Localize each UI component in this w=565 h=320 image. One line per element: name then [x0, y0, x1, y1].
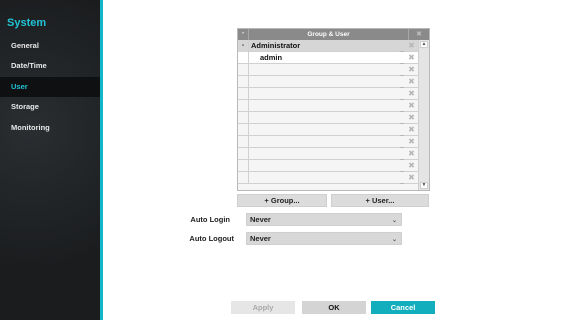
- edit-icon[interactable]: _: [400, 177, 404, 184]
- delete-icon[interactable]: ✖: [405, 100, 418, 112]
- row-indent: [238, 148, 249, 160]
- header-delete-icon: ✖: [408, 29, 429, 40]
- table-row-user[interactable]: admin _ ✖: [238, 52, 418, 64]
- table-row[interactable]: _ ✖: [238, 172, 418, 184]
- table-row[interactable]: _ ✖: [238, 112, 418, 124]
- auto-login-label: Auto Login: [190, 215, 230, 224]
- collapse-toggle[interactable]: -: [238, 40, 249, 52]
- auto-logout-label: Auto Logout: [189, 234, 234, 243]
- cancel-button[interactable]: Cancel: [371, 301, 435, 314]
- table-header-title: Group & User: [307, 31, 350, 38]
- delete-icon[interactable]: ✖: [405, 172, 418, 184]
- table-row[interactable]: _ ✖: [238, 124, 418, 136]
- sidebar-item-user[interactable]: User: [0, 77, 100, 97]
- delete-icon[interactable]: ✖: [405, 112, 418, 124]
- auto-logout-value: Never: [250, 234, 271, 243]
- delete-icon[interactable]: ✖: [405, 76, 418, 88]
- sidebar-item-storage[interactable]: Storage: [0, 97, 100, 117]
- table-row[interactable]: _ ✖: [238, 100, 418, 112]
- delete-icon[interactable]: ✖: [405, 40, 418, 52]
- sidebar: System General Date/Time User Storage Mo…: [0, 0, 100, 320]
- row-indent: [238, 64, 249, 76]
- auto-login-value: Never: [250, 215, 271, 224]
- delete-icon[interactable]: ✖: [405, 160, 418, 172]
- row-indent: [238, 100, 249, 112]
- add-group-button[interactable]: + Group...: [237, 194, 327, 207]
- sort-icon[interactable]: •: [238, 29, 249, 40]
- chevron-down-icon: ⌄: [391, 237, 397, 243]
- sidebar-item-date-time[interactable]: Date/Time: [0, 56, 100, 76]
- table-row[interactable]: _ ✖: [238, 136, 418, 148]
- auto-login-select[interactable]: Never ⌄: [246, 213, 402, 226]
- delete-icon[interactable]: ✖: [405, 136, 418, 148]
- table-row[interactable]: _ ✖: [238, 64, 418, 76]
- sidebar-item-general[interactable]: General: [0, 36, 100, 56]
- table-row-group[interactable]: - Administrator _ ✖: [238, 40, 418, 52]
- chevron-down-icon: ⌄: [391, 218, 397, 224]
- scroll-up-icon[interactable]: ▲: [420, 41, 428, 48]
- row-indent: [238, 172, 249, 184]
- table-row[interactable]: _ ✖: [238, 76, 418, 88]
- table-scrollbar[interactable]: ▲ ▼: [418, 40, 429, 190]
- row-indent: [238, 52, 249, 64]
- add-user-button[interactable]: + User...: [331, 194, 429, 207]
- row-indent: [238, 112, 249, 124]
- delete-icon[interactable]: ✖: [405, 148, 418, 160]
- row-indent: [238, 124, 249, 136]
- scroll-down-icon[interactable]: ▼: [420, 182, 428, 189]
- row-indent: [238, 76, 249, 88]
- user-name: admin: [260, 53, 283, 62]
- delete-icon[interactable]: ✖: [405, 124, 418, 136]
- group-name: Administrator: [251, 41, 301, 50]
- group-user-table: • Group & User ✖ - Administrator _ ✖ adm…: [237, 28, 430, 191]
- ok-button[interactable]: OK: [302, 301, 366, 314]
- row-indent: [238, 160, 249, 172]
- table-row[interactable]: _ ✖: [238, 148, 418, 160]
- delete-icon[interactable]: ✖: [405, 88, 418, 100]
- sidebar-title: System: [7, 17, 47, 29]
- table-row[interactable]: _ ✖: [238, 88, 418, 100]
- auto-logout-select[interactable]: Never ⌄: [246, 232, 402, 245]
- delete-icon[interactable]: ✖: [405, 64, 418, 76]
- sidebar-item-monitoring[interactable]: Monitoring: [0, 118, 100, 138]
- table-header: • Group & User ✖: [238, 29, 429, 40]
- row-indent: [238, 88, 249, 100]
- row-indent: [238, 136, 249, 148]
- apply-button[interactable]: Apply: [231, 301, 295, 314]
- table-row[interactable]: _ ✖: [238, 160, 418, 172]
- sidebar-accent-bar: [100, 0, 103, 320]
- delete-icon[interactable]: ✖: [405, 52, 418, 64]
